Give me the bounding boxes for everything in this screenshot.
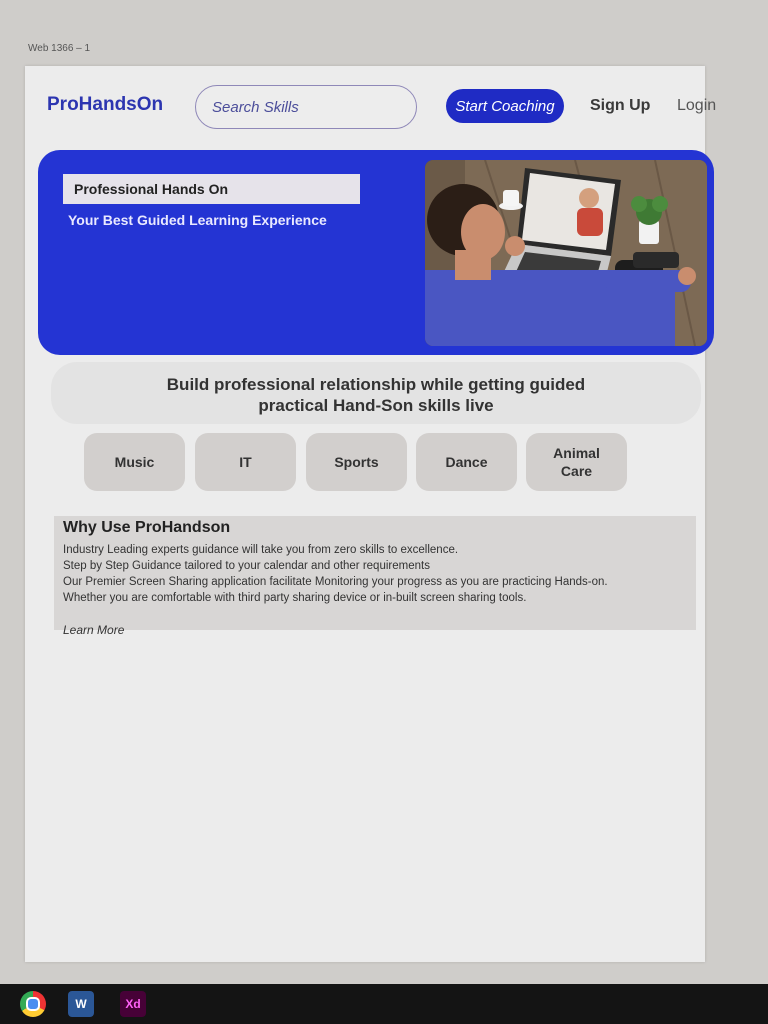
sign-up-link[interactable]: Sign Up (590, 97, 650, 115)
taskbar: W Xd (0, 984, 768, 1024)
search-box[interactable] (195, 85, 417, 129)
why-line: Whether you are comfortable with third p… (63, 592, 527, 604)
login-link[interactable]: Login (677, 97, 716, 115)
why-line: Step by Step Guidance tailored to your c… (63, 560, 430, 572)
artboard-label: Web 1366 – 1 (28, 43, 91, 54)
skill-card-music[interactable]: Music (84, 433, 185, 491)
why-line: Our Premier Screen Sharing application f… (63, 576, 608, 588)
hero-illustration (425, 160, 707, 346)
value-proposition-line-1: Build professional relationship while ge… (166, 375, 586, 394)
skill-card-dance[interactable]: Dance (416, 433, 517, 491)
hero-headline: Professional Hands On (63, 174, 360, 204)
hero-image (425, 160, 707, 346)
hero-banner: Professional Hands On Your Best Guided L… (38, 150, 714, 355)
page-artboard: ProHandsOn Start Coaching Sign Up Login … (25, 66, 716, 962)
value-proposition: Build professional relationship while ge… (51, 374, 701, 416)
why-section: Why Use ProHandson Industry Leading expe… (54, 516, 696, 630)
skill-card-animal-care[interactable]: Animal Care (526, 433, 627, 491)
word-icon[interactable]: W (68, 991, 94, 1017)
skill-card-sports[interactable]: Sports (306, 433, 407, 491)
value-proposition-panel: Build professional relationship while ge… (51, 362, 701, 424)
search-input[interactable] (210, 97, 402, 117)
start-coaching-button[interactable]: Start Coaching (446, 89, 564, 123)
why-title: Why Use ProHandson (63, 519, 231, 536)
chrome-icon-center (26, 997, 40, 1011)
adobe-xd-icon[interactable]: Xd (120, 991, 146, 1017)
hero-tagline: Your Best Guided Learning Experience (68, 212, 327, 228)
chrome-icon[interactable] (20, 991, 46, 1017)
learn-more-link[interactable]: Learn More (63, 623, 124, 637)
why-line: Industry Leading experts guidance will t… (63, 544, 459, 556)
logo[interactable]: ProHandsOn (47, 94, 163, 116)
value-proposition-line-2: practical Hand-Son skills live (258, 396, 494, 415)
why-body: Industry Leading experts guidance will t… (63, 542, 608, 606)
skill-card-it[interactable]: IT (195, 433, 296, 491)
